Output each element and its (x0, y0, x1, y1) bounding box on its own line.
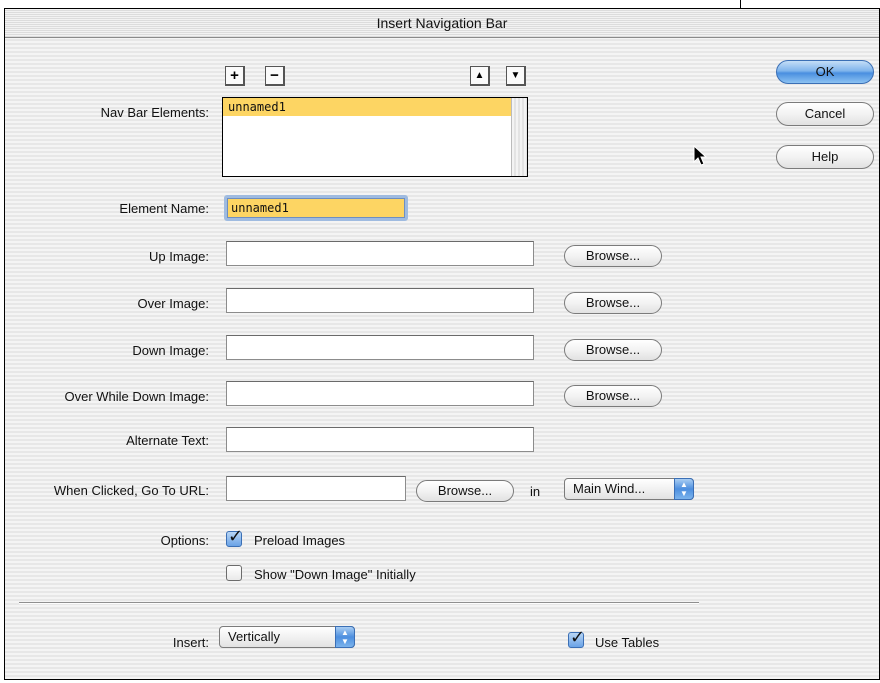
preload-images-label: Preload Images (254, 533, 346, 548)
down-image-browse-button[interactable]: Browse... (564, 339, 662, 361)
over-while-down-image-browse-button[interactable]: Browse... (564, 385, 662, 407)
over-while-down-image-label: Over While Down Image: (64, 389, 210, 404)
go-to-url-label: When Clicked, Go To URL: (53, 483, 209, 498)
options-label: Options: (160, 533, 209, 548)
down-image-field[interactable] (226, 335, 534, 360)
checkmark-icon: ✓ (570, 627, 586, 647)
target-window-value: Main Wind... (573, 481, 646, 496)
show-down-image-checkbox[interactable] (226, 565, 242, 581)
up-image-browse-button[interactable]: Browse... (564, 245, 662, 267)
in-label: in (530, 484, 541, 499)
nav-bar-elements-list[interactable]: unnamed1 (222, 97, 528, 177)
alternate-text-label: Alternate Text: (126, 433, 209, 448)
element-name-label: Element Name: (119, 201, 209, 216)
up-down-arrows-icon: ▲ ▼ (674, 478, 694, 500)
down-image-label: Down Image: (132, 343, 209, 358)
go-to-url-browse-button[interactable]: Browse... (416, 480, 514, 502)
insert-orientation-popup[interactable]: Vertically ▲ ▼ (219, 626, 355, 648)
ok-button[interactable]: OK (776, 60, 874, 84)
element-name-field[interactable]: unnamed1 (224, 195, 408, 221)
checkmark-icon: ✓ (228, 526, 244, 546)
insert-orientation-value: Vertically (228, 629, 281, 644)
up-image-field[interactable] (226, 241, 534, 266)
help-button[interactable]: Help (776, 145, 874, 169)
list-item[interactable]: unnamed1 (223, 98, 511, 116)
move-down-button[interactable]: ▼ (506, 66, 526, 86)
cancel-button[interactable]: Cancel (776, 102, 874, 126)
window-title: Insert Navigation Bar (5, 9, 879, 38)
use-tables-label: Use Tables (595, 635, 660, 650)
insert-label: Insert: (172, 635, 209, 650)
target-window-popup[interactable]: Main Wind... ▲ ▼ (564, 478, 694, 500)
alternate-text-field[interactable] (226, 427, 534, 452)
separator (19, 602, 699, 604)
nav-bar-elements-label: Nav Bar Elements: (100, 105, 209, 120)
over-image-browse-button[interactable]: Browse... (564, 292, 662, 314)
move-up-button[interactable]: ▲ (470, 66, 490, 86)
over-image-field[interactable] (226, 288, 534, 313)
show-down-image-label: Show "Down Image" Initially (254, 567, 416, 582)
up-image-label: Up Image: (149, 249, 209, 264)
use-tables-checkbox[interactable]: ✓ (568, 627, 585, 648)
arrow-cursor-icon (693, 145, 708, 166)
go-to-url-field[interactable] (226, 476, 406, 501)
list-scrollbar[interactable] (511, 98, 527, 176)
up-down-arrows-icon: ▲ ▼ (335, 626, 355, 648)
remove-element-button[interactable]: − (265, 66, 285, 86)
over-while-down-image-field[interactable] (226, 381, 534, 406)
insert-navigation-bar-dialog: Insert Navigation Bar + − ▲ ▼ Nav Bar El… (4, 8, 880, 680)
add-element-button[interactable]: + (225, 66, 245, 86)
over-image-label: Over Image: (137, 296, 209, 311)
preload-images-checkbox[interactable]: ✓ (226, 526, 243, 547)
